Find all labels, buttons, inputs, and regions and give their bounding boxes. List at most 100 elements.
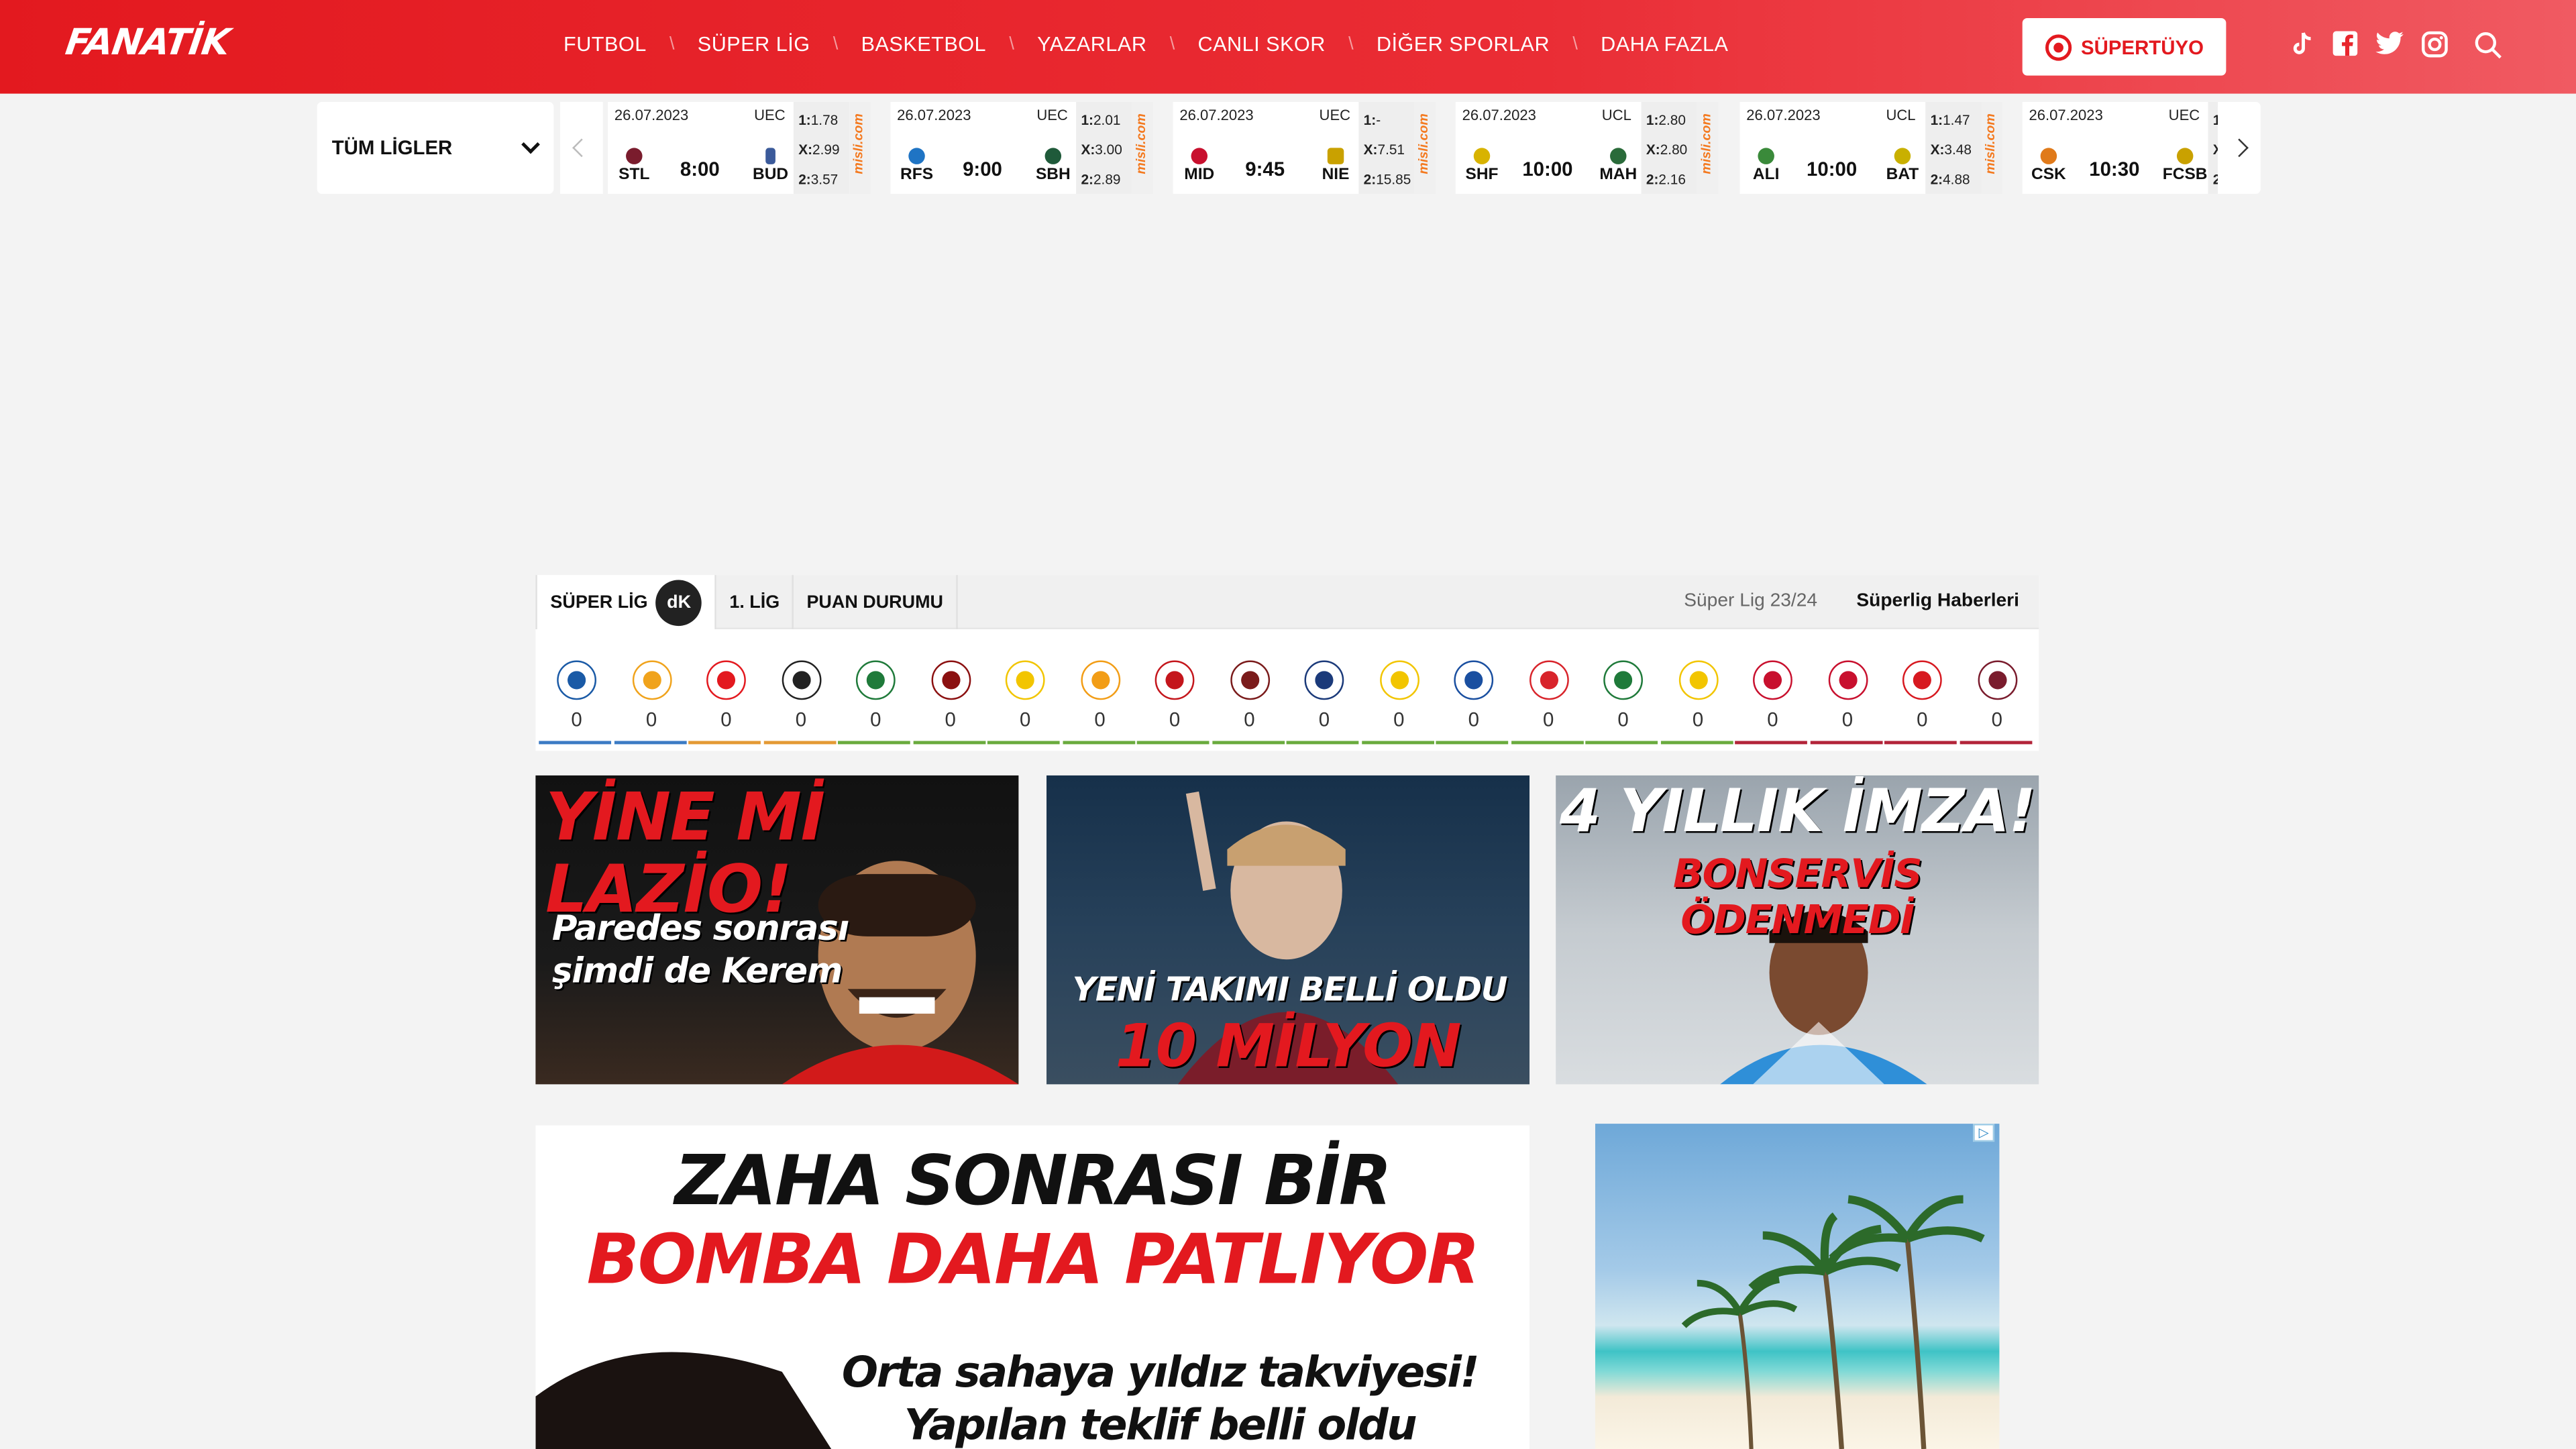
team-logo-icon [1758,148,1774,164]
team-logo-icon [908,148,925,164]
match-card[interactable]: 26.07.2023 UCL SHF 10:00 MAH 1:2.80 X:2.… [1455,101,1719,194]
team-points: 0 [945,708,956,731]
team-logo-icon [1327,148,1344,164]
tab-1-lig[interactable]: 1. LİG [729,575,780,629]
team-standing-item[interactable]: 0 [1585,657,1659,748]
team-points: 0 [1841,708,1854,731]
match-date: 26.07.2023 [1462,107,1536,123]
team-standing-item[interactable]: 0 [1735,657,1809,748]
news-card[interactable]: 4 YILLIK İMZA! BONSERVİS ÖDENMEDİ [1556,775,2039,1085]
away-team-code: SBH [1035,166,1071,184]
match-odds[interactable]: 1:- X:7.51 2:15.85 [1358,101,1415,194]
twitter-icon[interactable] [2375,32,2404,58]
team-crest-icon [1080,660,1120,700]
away-team: MAH [1594,148,1643,184]
team-zone-bar [1436,741,1509,745]
match-card[interactable]: 26.07.2023 UEC MID 9:45 NIE 1:- X:7.51 2… [1173,101,1436,194]
nav-separator: \ [1572,34,1578,54]
supertuyo-button[interactable]: SÜPERTÜYO [2022,17,2226,76]
sponsor-label: misli.com [1699,113,1714,174]
team-standing-item[interactable]: 0 [1436,657,1509,748]
superlig-news-link[interactable]: Süperlig Haberleri [1856,592,2019,611]
nav-diger-sporlar[interactable]: DİĞER SPORLAR [1377,33,1550,56]
match-time: 10:30 [2089,158,2140,181]
team-standing-item[interactable]: 0 [1286,657,1360,748]
nav-separator: \ [1009,34,1014,54]
match-odds[interactable]: 1:2.80 X:2.80 2:2.16 [1641,101,1697,194]
scroll-left-button[interactable] [560,101,603,194]
team-points: 0 [795,708,807,731]
nav-daha-fazla[interactable]: DAHA FAZLA [1601,33,1728,56]
match-card[interactable]: 26.07.2023 UEC STL 8:00 BUD 1:1.78 X:2.9… [608,101,871,194]
team-standing-item[interactable]: 0 [1360,657,1435,748]
ad-choices-icon[interactable]: ▷ [1973,1124,1995,1142]
match-date: 26.07.2023 [897,107,971,123]
tab-super-lig[interactable]: SÜPER LİG dK [535,575,716,629]
facebook-icon[interactable] [2331,31,2357,58]
team-standing-item[interactable]: 0 [1136,657,1211,748]
match-league: UEC [1036,107,1068,123]
away-team-code: BAT [1886,166,1919,184]
team-logo-icon [2040,148,2057,164]
team-standing-item[interactable]: 0 [613,657,688,748]
news-card[interactable]: YENİ TAKIMI BELLİ OLDU 10 MİLYON EURO [1046,775,1530,1085]
odd-2: 2.16 [1658,170,1686,188]
team-standing-item[interactable]: 0 [1510,657,1585,748]
match-odds[interactable]: 1:2.01 X:3.00 2:2.89 [1076,101,1132,194]
nav-basketbol[interactable]: BASKETBOL [861,33,986,56]
nav-super-lig[interactable]: SÜPER LİG [698,33,810,56]
team-standing-item[interactable]: 0 [688,657,762,748]
advertisement[interactable]: ▷ [1595,1124,2000,1449]
match-card[interactable]: 26.07.2023 UEC CSK 10:30 FCSB 1: X: 2: [2022,101,2218,194]
team-standing-item[interactable]: 0 [1062,657,1136,748]
tab-puan-durumu[interactable]: PUAN DURUMU [792,575,959,629]
team-crest-icon [1005,660,1045,700]
team-standing-item[interactable]: 0 [1212,657,1285,748]
team-standing-item[interactable]: 0 [912,657,986,748]
odd-1: 2.80 [1658,111,1686,129]
team-points: 0 [1019,708,1031,731]
team-standing-item[interactable]: 0 [1809,657,1884,748]
nav-futbol[interactable]: FUTBOL [564,33,647,56]
scroll-right-button[interactable] [2218,101,2261,194]
nav-separator: \ [1169,34,1175,54]
sponsor-tag: misli.com [849,101,871,194]
odd-x: 3.00 [1095,141,1122,158]
team-standing-item[interactable]: 0 [763,657,837,748]
team-points: 0 [1617,708,1629,731]
match-odds[interactable]: 1:1.78 X:2.99 2:3.57 [793,101,850,194]
match-card[interactable]: 26.07.2023 UCL ALI 10:00 BAT 1:1.47 X:3.… [1739,101,2003,194]
team-zone-bar [1136,741,1210,745]
away-team: NIE [1311,148,1360,184]
match-odds[interactable]: 1:1.47 X:3.48 2:4.88 [1925,101,1982,194]
tab-label: 1. LİG [729,592,780,612]
search-icon[interactable] [2474,32,2502,59]
team-crest-icon [631,660,672,700]
tiktok-icon[interactable] [2288,32,2314,58]
team-zone-bar [539,741,612,745]
team-crest-icon [1603,660,1643,700]
featured-subhead: Orta sahaya yıldız takviyesi! [841,1348,1480,1399]
sponsor-tag: misli.com [1697,101,1719,194]
team-zone-bar [1360,741,1434,745]
team-standing-item[interactable]: 0 [1884,657,1958,748]
match-card[interactable]: 26.07.2023 UEC RFS 9:00 SBH 1:2.01 X:3.0… [890,101,1154,194]
instagram-icon[interactable] [2422,31,2448,58]
match-time: 10:00 [1522,158,1573,181]
featured-news[interactable]: ZAHA SONRASI BİR BOMBA DAHA PATLIYOR Ort… [535,1125,1530,1449]
nav-separator: \ [833,34,839,54]
nav-yazarlar[interactable]: YAZARLAR [1037,33,1146,56]
match-odds[interactable]: 1: X: 2: [2208,101,2218,194]
fanatik-logo[interactable]: FANATİK [63,23,232,64]
team-standing-item[interactable]: 0 [1660,657,1734,748]
team-standing-item[interactable]: 0 [539,657,612,748]
news-card[interactable]: YİNE Mİ LAZİO! Paredes sonrası şimdi de … [535,775,1019,1085]
team-zone-bar [1884,741,1957,745]
nav-canli-skor[interactable]: CANLI SKOR [1198,33,1326,56]
team-standing-item[interactable]: 0 [837,657,912,748]
team-standing-item[interactable]: 0 [987,657,1061,748]
team-zone-bar [688,741,761,745]
team-logo-icon [2176,148,2194,164]
team-standing-item[interactable]: 0 [1959,657,2033,748]
league-select[interactable]: TÜM LİGLER [317,101,554,194]
